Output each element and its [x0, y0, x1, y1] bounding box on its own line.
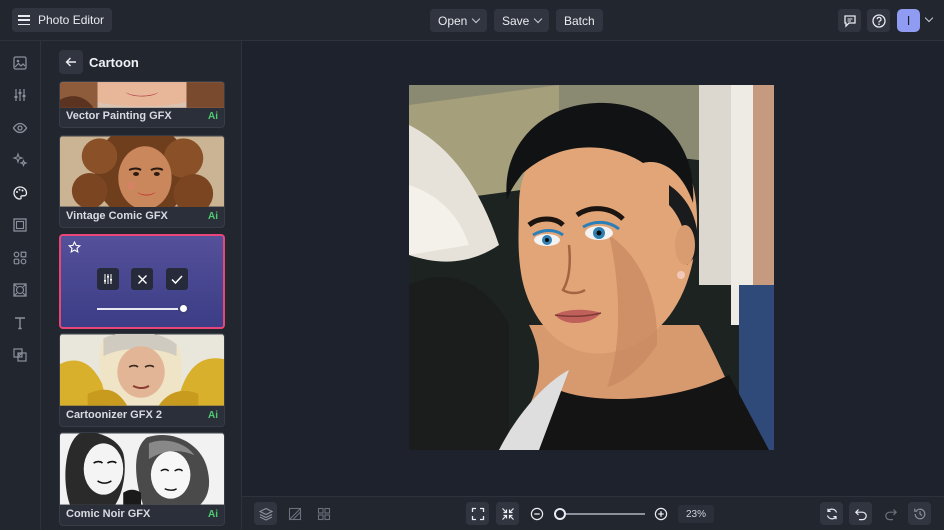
palette-icon[interactable]	[10, 183, 30, 203]
history-button[interactable]	[908, 502, 931, 525]
panel-title: Cartoon	[89, 55, 139, 70]
zoom-slider-track[interactable]	[560, 513, 645, 515]
app-menu-button[interactable]: Photo Editor	[12, 8, 113, 32]
star-icon[interactable]	[68, 241, 81, 254]
zoom-out-button[interactable]	[525, 502, 548, 525]
editor-canvas[interactable]	[242, 41, 944, 496]
effect-card-label: Comic Noir GFX	[66, 508, 151, 520]
save-label: Save	[502, 13, 530, 28]
zoom-slider-handle[interactable]	[554, 508, 566, 520]
undo-button[interactable]	[849, 502, 872, 525]
expand-icon	[471, 507, 484, 520]
effect-thumbnail	[60, 433, 224, 505]
chevron-down-icon	[472, 14, 481, 24]
texture-icon[interactable]	[10, 280, 30, 300]
compare-button[interactable]	[283, 502, 306, 525]
grid-button[interactable]	[312, 502, 335, 525]
edited-photo[interactable]	[409, 85, 774, 450]
batch-label: Batch	[564, 13, 595, 28]
ai-badge: Ai	[208, 211, 218, 222]
sliders-icon	[104, 274, 112, 284]
arrow-left-icon	[65, 57, 76, 67]
intensity-slider-track[interactable]	[97, 308, 183, 310]
apply-effect-button[interactable]	[166, 268, 188, 290]
tool-rail	[0, 41, 41, 530]
zoom-out-icon	[530, 507, 543, 520]
effect-card-vintage-comic[interactable]: Vintage Comic GFX Ai	[59, 135, 225, 228]
chevron-down-icon[interactable]	[924, 13, 934, 23]
layers-icon	[258, 507, 273, 521]
compare-icon	[288, 507, 301, 520]
image-icon[interactable]	[10, 53, 30, 73]
overlay-icon[interactable]	[10, 345, 30, 365]
ai-badge: Ai	[208, 410, 218, 421]
effect-thumbnail	[60, 334, 224, 406]
effect-card-vector-painting[interactable]: Vector Painting GFX Ai	[59, 81, 225, 128]
feedback-button[interactable]	[838, 9, 861, 32]
bottom-toolbar: 23%	[242, 496, 944, 530]
graphics-icon[interactable]	[10, 248, 30, 268]
ai-badge: Ai	[208, 509, 218, 520]
open-button[interactable]: Open	[430, 9, 488, 32]
help-icon	[871, 13, 886, 28]
cancel-effect-button[interactable]	[131, 268, 153, 290]
zoom-in-icon	[654, 507, 667, 520]
effect-card-label: Cartoonizer GFX 2	[66, 409, 162, 421]
eye-icon[interactable]	[10, 118, 30, 138]
frame-icon[interactable]	[10, 215, 30, 235]
effect-card-comic-noir[interactable]: Comic Noir GFX Ai	[59, 432, 225, 526]
effect-card-label: Vector Painting GFX	[66, 110, 172, 122]
effect-card-cartoonizer-2[interactable]: Cartoonizer GFX 2 Ai	[59, 333, 225, 427]
open-label: Open	[438, 13, 468, 28]
grid-icon	[317, 507, 330, 520]
adjust-icon[interactable]	[10, 85, 30, 105]
active-effect-card	[59, 234, 225, 329]
top-bar: Photo Editor Open Save Batch I	[0, 0, 944, 41]
undo-icon	[854, 508, 867, 520]
shrink-icon	[501, 507, 514, 520]
zoom-in-button[interactable]	[649, 502, 672, 525]
batch-button[interactable]: Batch	[556, 9, 603, 32]
history-icon	[913, 508, 925, 519]
zoom-value[interactable]: 23%	[678, 505, 714, 523]
text-icon[interactable]	[10, 313, 30, 333]
effects-icon[interactable]	[10, 150, 30, 170]
layers-button[interactable]	[254, 502, 277, 525]
save-button[interactable]: Save	[494, 9, 550, 32]
reset-button[interactable]	[820, 502, 843, 525]
effects-panel: Cartoon Vector Painting GFX Ai Vintage C…	[41, 41, 242, 530]
close-icon	[137, 274, 147, 284]
hamburger-icon	[18, 15, 30, 25]
effect-card-label: Vintage Comic GFX	[66, 210, 168, 222]
refresh-icon	[826, 508, 837, 519]
avatar[interactable]: I	[897, 9, 920, 32]
help-button[interactable]	[867, 9, 890, 32]
actual-size-button[interactable]	[496, 502, 519, 525]
redo-icon	[884, 508, 897, 520]
chevron-down-icon	[534, 14, 543, 24]
back-button[interactable]	[59, 50, 83, 74]
redo-button[interactable]	[879, 502, 902, 525]
effect-thumbnail	[60, 136, 224, 207]
intensity-slider-handle[interactable]	[178, 303, 189, 314]
effect-thumbnail	[60, 82, 224, 108]
effect-settings-button[interactable]	[97, 268, 119, 290]
fit-to-screen-button[interactable]	[466, 502, 489, 525]
check-icon	[171, 274, 183, 284]
ai-badge: Ai	[208, 111, 218, 122]
app-title: Photo Editor	[38, 13, 105, 27]
chat-icon	[843, 14, 856, 28]
